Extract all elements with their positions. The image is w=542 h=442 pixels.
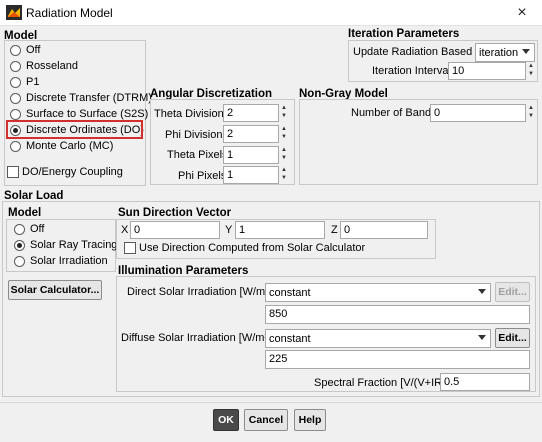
ok-button[interactable]: OK <box>213 409 239 431</box>
chevron-down-icon <box>522 49 530 54</box>
model-radio[interactable] <box>10 45 21 56</box>
spectral-fraction-label: Spectral Fraction [V/(V+IR)] <box>314 377 449 389</box>
spin-up-icon[interactable]: ▲ <box>526 104 536 112</box>
z-label: Z <box>331 224 338 236</box>
update-radiation-dropdown[interactable]: iteration <box>475 43 535 62</box>
spin-down-icon[interactable]: ▼ <box>526 70 536 78</box>
theta-pixels-spinner[interactable]: ▲ ▼ <box>279 146 289 164</box>
spin-down-icon[interactable]: ▼ <box>526 112 536 120</box>
do-energy-coupling-label: DO/Energy Coupling <box>22 166 123 178</box>
diffuse-irradiation-method-dropdown[interactable]: constant <box>265 329 491 348</box>
diffuse-irradiation-label: Diffuse Solar Irradiation [W/m²] <box>121 332 272 344</box>
number-of-bands-label: Number of Bands <box>351 107 437 119</box>
help-button[interactable]: Help <box>294 409 326 431</box>
theta-divisions-label: Theta Divisions <box>154 108 230 120</box>
spin-up-icon[interactable]: ▲ <box>279 125 289 133</box>
y-label: Y <box>225 224 233 236</box>
solar-model-radio[interactable] <box>14 224 25 235</box>
close-button[interactable]: × <box>512 3 532 23</box>
number-of-bands-input[interactable]: 0 <box>430 104 526 122</box>
update-radiation-label: Update Radiation Based On <box>353 46 490 58</box>
phi-pixels-label: Phi Pixels <box>178 170 227 182</box>
spin-up-icon[interactable]: ▲ <box>526 62 536 70</box>
theta-divisions-input[interactable]: 2 <box>223 104 279 122</box>
diffuse-edit-button[interactable]: Edit... <box>495 328 530 348</box>
theta-divisions-spinner[interactable]: ▲ ▼ <box>279 104 289 122</box>
selection-highlight <box>6 120 143 139</box>
app-logo-icon <box>6 5 22 20</box>
footer-divider <box>0 402 542 403</box>
use-computed-direction-checkbox[interactable] <box>124 242 136 254</box>
direct-edit-button[interactable]: Edit... <box>495 282 530 302</box>
iteration-heading: Iteration Parameters <box>348 28 460 40</box>
chevron-down-icon <box>478 335 486 340</box>
model-radio[interactable] <box>10 61 21 72</box>
sun-x-input[interactable]: 0 <box>130 221 220 239</box>
model-option-label[interactable]: Surface to Surface (S2S) <box>26 108 148 120</box>
model-radio[interactable] <box>10 141 21 152</box>
direct-irradiation-label: Direct Solar Irradiation [W/m²] <box>127 286 272 298</box>
model-radio[interactable] <box>10 93 21 104</box>
theta-pixels-input[interactable]: 1 <box>223 146 279 164</box>
title-bar: Radiation Model × <box>0 0 542 26</box>
model-option-label[interactable]: P1 <box>26 76 39 88</box>
diffuse-irradiation-input[interactable]: 225 <box>265 350 530 369</box>
theta-pixels-label: Theta Pixels <box>167 149 228 161</box>
iteration-interval-label: Iteration Interval <box>372 65 451 77</box>
use-computed-direction-label: Use Direction Computed from Solar Calcul… <box>139 242 366 254</box>
phi-pixels-input[interactable]: 1 <box>223 166 279 184</box>
update-radiation-value: iteration <box>479 47 519 59</box>
model-radio[interactable] <box>10 77 21 88</box>
window-title: Radiation Model <box>26 6 113 20</box>
do-energy-coupling-checkbox[interactable] <box>7 166 19 178</box>
solar-model-heading: Model <box>8 207 42 219</box>
spin-up-icon[interactable]: ▲ <box>279 104 289 112</box>
x-label: X <box>121 224 129 236</box>
model-radio[interactable] <box>10 109 21 120</box>
solar-option-label[interactable]: Solar Irradiation <box>30 255 108 267</box>
phi-divisions-label: Phi Divisions <box>165 129 228 141</box>
model-option-label[interactable]: Discrete Transfer (DTRM) <box>26 92 152 104</box>
spin-up-icon[interactable]: ▲ <box>279 146 289 154</box>
spin-down-icon[interactable]: ▼ <box>279 112 289 120</box>
iteration-interval-input[interactable]: 10 <box>448 62 526 80</box>
spin-down-icon[interactable]: ▼ <box>279 154 289 162</box>
solar-calculator-button[interactable]: Solar Calculator... <box>8 280 102 300</box>
solar-model-radio[interactable] <box>14 256 25 267</box>
model-option-label[interactable]: Rosseland <box>26 60 78 72</box>
direct-method-value: constant <box>269 287 311 299</box>
direct-irradiation-method-dropdown[interactable]: constant <box>265 283 491 302</box>
chevron-down-icon <box>478 289 486 294</box>
cancel-button[interactable]: Cancel <box>244 409 288 431</box>
solar-option-label[interactable]: Solar Ray Tracing <box>30 239 117 251</box>
sun-direction-heading: Sun Direction Vector <box>118 207 232 219</box>
diffuse-method-value: constant <box>269 333 311 345</box>
number-of-bands-spinner[interactable]: ▲ ▼ <box>526 104 536 122</box>
sun-y-input[interactable]: 1 <box>235 221 325 239</box>
sun-z-input[interactable]: 0 <box>340 221 428 239</box>
spin-down-icon[interactable]: ▼ <box>279 174 289 182</box>
phi-divisions-input[interactable]: 2 <box>223 125 279 143</box>
solar-option-label[interactable]: Off <box>30 223 44 235</box>
iteration-interval-spinner[interactable]: ▲ ▼ <box>526 62 536 80</box>
phi-pixels-spinner[interactable]: ▲ ▼ <box>279 166 289 184</box>
phi-divisions-spinner[interactable]: ▲ ▼ <box>279 125 289 143</box>
model-option-label[interactable]: Off <box>26 44 40 56</box>
spectral-fraction-input[interactable]: 0.5 <box>440 373 530 391</box>
solar-model-radio[interactable] <box>14 240 25 251</box>
model-option-label[interactable]: Monte Carlo (MC) <box>26 140 113 152</box>
direct-irradiation-input[interactable]: 850 <box>265 305 530 324</box>
spin-up-icon[interactable]: ▲ <box>279 166 289 174</box>
spin-down-icon[interactable]: ▼ <box>279 133 289 141</box>
